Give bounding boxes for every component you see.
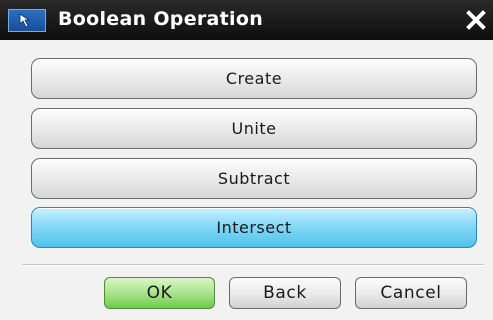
title-bar[interactable]: Boolean Operation	[0, 0, 493, 40]
boolean-operation-dialog: Boolean Operation Create Unite Subtract …	[0, 0, 493, 320]
dialog-title: Boolean Operation	[58, 8, 264, 30]
ok-button[interactable]: OK	[104, 277, 215, 309]
create-button[interactable]: Create	[31, 58, 477, 99]
intersect-button[interactable]: Intersect	[31, 207, 477, 248]
close-button[interactable]	[462, 6, 490, 34]
separator-line	[22, 264, 484, 266]
cancel-button[interactable]: Cancel	[355, 277, 467, 309]
unite-button[interactable]: Unite	[31, 108, 477, 149]
close-icon	[466, 10, 486, 30]
back-button[interactable]: Back	[229, 277, 341, 309]
select-arrow-icon	[8, 9, 46, 32]
subtract-button[interactable]: Subtract	[31, 158, 477, 199]
